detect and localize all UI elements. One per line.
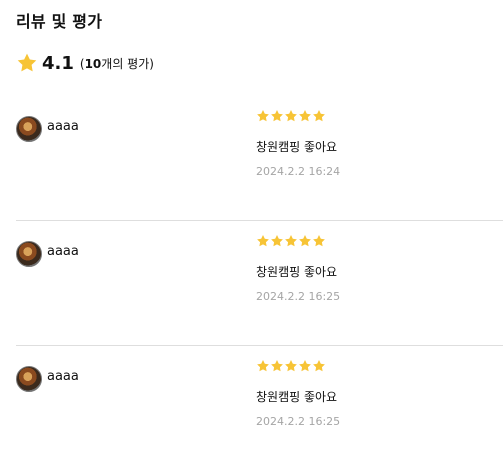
review-date: 2024.2.2 16:25 xyxy=(256,415,341,428)
star-icon xyxy=(299,110,311,122)
review-stars xyxy=(256,359,326,375)
rating-summary: 4.1 (10개의 평가) xyxy=(16,51,154,75)
review-username: aaaa xyxy=(47,369,79,384)
rating-count: (10개의 평가) xyxy=(79,56,154,71)
review-content: 창원캠핑 좋아요 xyxy=(256,390,338,404)
star-icon xyxy=(285,360,297,372)
average-rating: 4.1 xyxy=(42,52,74,74)
review-list: aaaa 창원캠핑 좋아요 2024.2.2 16:24 aaaa 창원캠핑 좋… xyxy=(0,96,503,470)
star-icon xyxy=(271,360,283,372)
review-stars xyxy=(256,109,326,125)
star-icon xyxy=(271,235,283,247)
review-item: aaaa 창원캠핑 좋아요 2024.2.2 16:25 xyxy=(16,221,503,346)
review-date: 2024.2.2 16:24 xyxy=(256,165,341,178)
star-icon xyxy=(313,235,325,247)
star-icon xyxy=(257,360,269,372)
star-icon xyxy=(313,110,325,122)
avatar xyxy=(16,116,42,142)
star-icon xyxy=(299,235,311,247)
review-item: aaaa 창원캠핑 좋아요 2024.2.2 16:25 xyxy=(16,346,503,470)
star-icon xyxy=(257,110,269,122)
star-icon xyxy=(313,360,325,372)
review-stars xyxy=(256,234,326,250)
star-icon xyxy=(285,110,297,122)
star-icon xyxy=(285,235,297,247)
review-content: 창원캠핑 좋아요 xyxy=(256,140,338,154)
star-icon xyxy=(271,110,283,122)
star-icon xyxy=(299,360,311,372)
star-icon xyxy=(17,53,37,72)
review-content: 창원캠핑 좋아요 xyxy=(256,265,338,279)
avatar xyxy=(16,366,42,392)
review-item: aaaa 창원캠핑 좋아요 2024.2.2 16:24 xyxy=(16,96,503,221)
review-date: 2024.2.2 16:25 xyxy=(256,290,341,303)
review-username: aaaa xyxy=(47,244,79,259)
star-icon xyxy=(257,235,269,247)
section-title: 리뷰 및 평가 xyxy=(16,12,103,31)
avatar xyxy=(16,241,42,267)
review-username: aaaa xyxy=(47,119,79,134)
